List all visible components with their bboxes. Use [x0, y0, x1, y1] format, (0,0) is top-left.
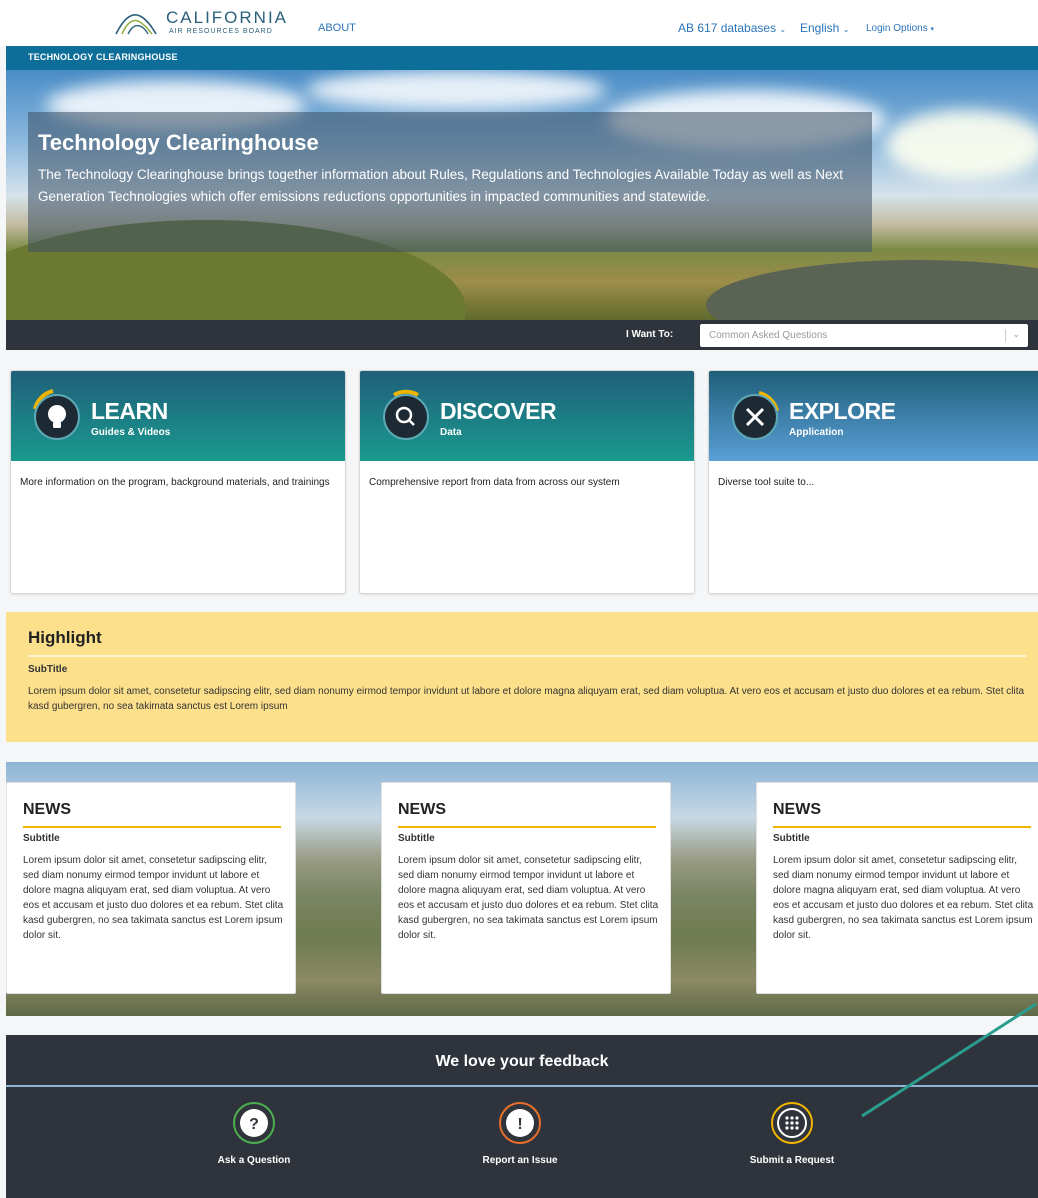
i-want-to-label: I Want To: — [626, 329, 674, 340]
hero-cloud — [886, 110, 1038, 180]
news-divider — [773, 826, 1031, 828]
news-divider — [398, 826, 656, 828]
language-menu[interactable]: English ⌄ — [800, 21, 849, 35]
news-subtitle: Subtitle — [23, 833, 60, 844]
news-title: NEWS — [398, 801, 446, 818]
news-title: NEWS — [773, 801, 821, 818]
news-text: Lorem ipsum dolor sit amet, consetetur s… — [398, 855, 659, 941]
news-card[interactable]: NEWS Subtitle Lorem ipsum dolor sit amet… — [6, 782, 296, 994]
ask-question-button[interactable]: ? Ask a Question — [184, 1101, 324, 1181]
section-band-label: TECHNOLOGY CLEARINGHOUSE — [28, 52, 178, 62]
explore-card-subtitle: Application — [789, 427, 844, 438]
explore-card[interactable]: EXPLORE Application Diverse tool suite t… — [708, 370, 1038, 594]
learn-card-header: LEARN Guides & Videos — [11, 371, 345, 461]
explore-card-header: EXPLORE Application — [709, 371, 1038, 461]
news-text: Lorem ipsum dolor sit amet, consetetur s… — [23, 855, 284, 941]
i-want-to-select[interactable]: Common Asked Questions ⌄ — [700, 324, 1028, 347]
news-subtitle: Subtitle — [773, 833, 810, 844]
search-icon — [383, 389, 429, 440]
logo-arch-icon — [115, 14, 157, 35]
chevron-down-icon: ⌄ — [1012, 329, 1020, 339]
discover-card-title: DISCOVER — [440, 398, 557, 424]
i-want-to-bar: I Want To: Common Asked Questions ⌄ — [6, 320, 1038, 350]
caret-down-icon: ▾ — [930, 26, 935, 33]
news-text: Lorem ipsum dolor sit amet, consetetur s… — [773, 855, 1034, 941]
i-want-to-placeholder: Common Asked Questions — [709, 330, 828, 341]
news-title: NEWS — [23, 801, 71, 818]
learn-card-subtitle: Guides & Videos — [91, 427, 171, 438]
question-icon: ? — [233, 1102, 275, 1144]
databases-label: AB 617 databases — [678, 21, 777, 35]
section-band: TECHNOLOGY CLEARINGHOUSE — [6, 46, 1038, 70]
hero-cloud — [306, 70, 606, 110]
hero-text-box: Technology Clearinghouse The Technology … — [28, 112, 872, 252]
news-card[interactable]: NEWS Subtitle Lorem ipsum dolor sit amet… — [756, 782, 1038, 994]
highlight-section: Highlight SubTitle Lorem ipsum dolor sit… — [6, 612, 1038, 742]
highlight-divider — [28, 655, 1026, 657]
discover-card-header: DISCOVER Data — [360, 371, 694, 461]
login-label: Login Options — [866, 23, 928, 34]
submit-request-button[interactable]: Submit a Request — [722, 1101, 862, 1181]
tools-icon — [732, 391, 779, 440]
chevron-down-icon: ⌄ — [842, 25, 850, 34]
hero-description: The Technology Clearinghouse brings toge… — [38, 167, 844, 204]
annotation-arrow — [861, 1002, 1037, 1118]
discover-card[interactable]: DISCOVER Data Comprehensive report from … — [359, 370, 695, 594]
report-issue-button[interactable]: ! Report an Issue — [450, 1101, 590, 1181]
nav-about-link[interactable]: ABOUT — [318, 22, 356, 34]
ask-question-label: Ask a Question — [217, 1155, 291, 1166]
logo-title: CALIFORNIA — [166, 8, 289, 27]
learn-card-body: More information on the program, backgro… — [20, 477, 330, 488]
highlight-subtitle: SubTitle — [28, 664, 68, 675]
hero-title: Technology Clearinghouse — [38, 130, 319, 155]
svg-text:!: ! — [517, 1116, 522, 1133]
discover-card-body: Comprehensive report from data from acro… — [369, 477, 620, 488]
top-header: CALIFORNIA AIR RESOURCES BOARD ABOUT AB … — [0, 0, 1038, 46]
highlight-title: Highlight — [28, 628, 102, 647]
submit-request-label: Submit a Request — [749, 1155, 835, 1166]
learn-card-title: LEARN — [91, 398, 168, 424]
hero-banner: Technology Clearinghouse The Technology … — [6, 70, 1038, 320]
language-label: English — [800, 21, 840, 35]
exclamation-icon: ! — [499, 1102, 541, 1144]
logo-subtitle: AIR RESOURCES BOARD — [169, 28, 273, 35]
discover-card-subtitle: Data — [440, 427, 462, 438]
news-section: NEWS Subtitle Lorem ipsum dolor sit amet… — [6, 762, 1038, 1016]
news-card[interactable]: NEWS Subtitle Lorem ipsum dolor sit amet… — [381, 782, 671, 994]
lightbulb-icon — [33, 389, 80, 440]
carb-logo[interactable]: CALIFORNIA AIR RESOURCES BOARD — [114, 6, 294, 40]
grid-dots-icon — [771, 1102, 813, 1144]
explore-card-title: EXPLORE — [789, 398, 896, 424]
report-issue-label: Report an Issue — [482, 1155, 558, 1166]
databases-menu[interactable]: AB 617 databases ⌄ — [678, 21, 786, 35]
highlight-text: Lorem ipsum dolor sit amet, consetetur s… — [28, 686, 1025, 712]
chevron-down-icon: ⌄ — [779, 25, 787, 34]
hero-hill — [706, 260, 1038, 320]
select-separator — [1005, 329, 1006, 342]
news-divider — [23, 826, 281, 828]
learn-card[interactable]: LEARN Guides & Videos More information o… — [10, 370, 346, 594]
login-menu[interactable]: Login Options ▾ — [866, 23, 934, 34]
explore-card-body: Diverse tool suite to... — [718, 477, 815, 488]
svg-text:?: ? — [249, 1116, 259, 1133]
news-subtitle: Subtitle — [398, 833, 435, 844]
